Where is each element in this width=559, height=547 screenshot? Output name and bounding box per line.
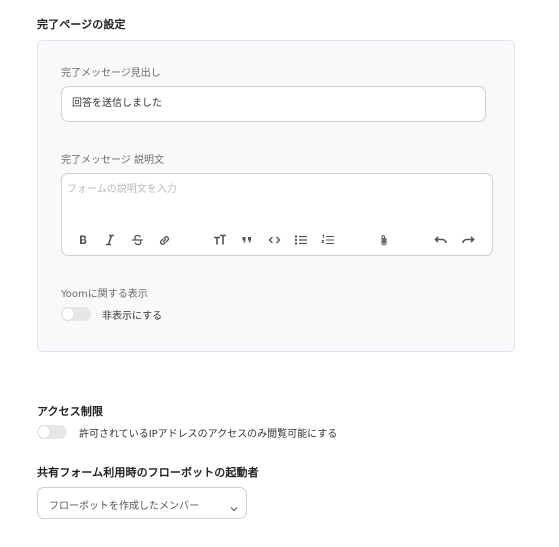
ip-restriction-toggle[interactable] [37,425,67,439]
redo-icon[interactable] [460,232,476,248]
description-editor[interactable]: フォームの説明文を入力 [61,173,493,256]
chevron-down-icon [229,499,239,518]
select-value: フローボットを作成したメンバー [49,501,199,512]
undo-icon[interactable] [433,232,449,248]
yoom-display-toggle[interactable] [61,307,91,321]
description-placeholder: フォームの説明文を入力 [67,184,177,195]
ip-restriction-toggle-label: 許可されているIPアドレスのアクセスのみ閲覧可能にする [79,429,338,440]
yoom-display-label: Yoomに関する表示 [61,289,148,300]
toggle-knob [62,308,74,320]
completion-page-title: 完了ページの設定 [37,18,126,31]
quote-icon[interactable] [239,232,255,248]
yoom-display-toggle-label: 非表示にする [102,311,163,322]
attachment-icon[interactable] [376,232,392,248]
toggle-knob [38,426,50,438]
form-settings-page: 完了ページの設定 完了メッセージ見出し 回答を送信しました 完了メッセージ 説明… [0,0,559,547]
bold-icon[interactable] [75,232,91,248]
italic-icon[interactable] [102,232,118,248]
heading-label: 完了メッセージ見出し [61,68,161,79]
code-icon[interactable] [266,232,282,248]
text-size-icon[interactable] [212,232,228,248]
flowbot-launcher-select[interactable]: フローボットを作成したメンバー [37,487,247,519]
heading-input[interactable]: 回答を送信しました [61,86,486,122]
description-label: 完了メッセージ 説明文 [61,155,164,166]
access-restriction-title: アクセス制限 [37,405,104,418]
strikethrough-icon[interactable] [129,232,145,248]
flowbot-launcher-title: 共有フォーム利用時のフローボットの起動者 [37,466,259,479]
bullet-list-icon[interactable] [293,232,309,248]
numbered-list-icon[interactable] [320,232,336,248]
link-icon[interactable] [156,232,172,248]
